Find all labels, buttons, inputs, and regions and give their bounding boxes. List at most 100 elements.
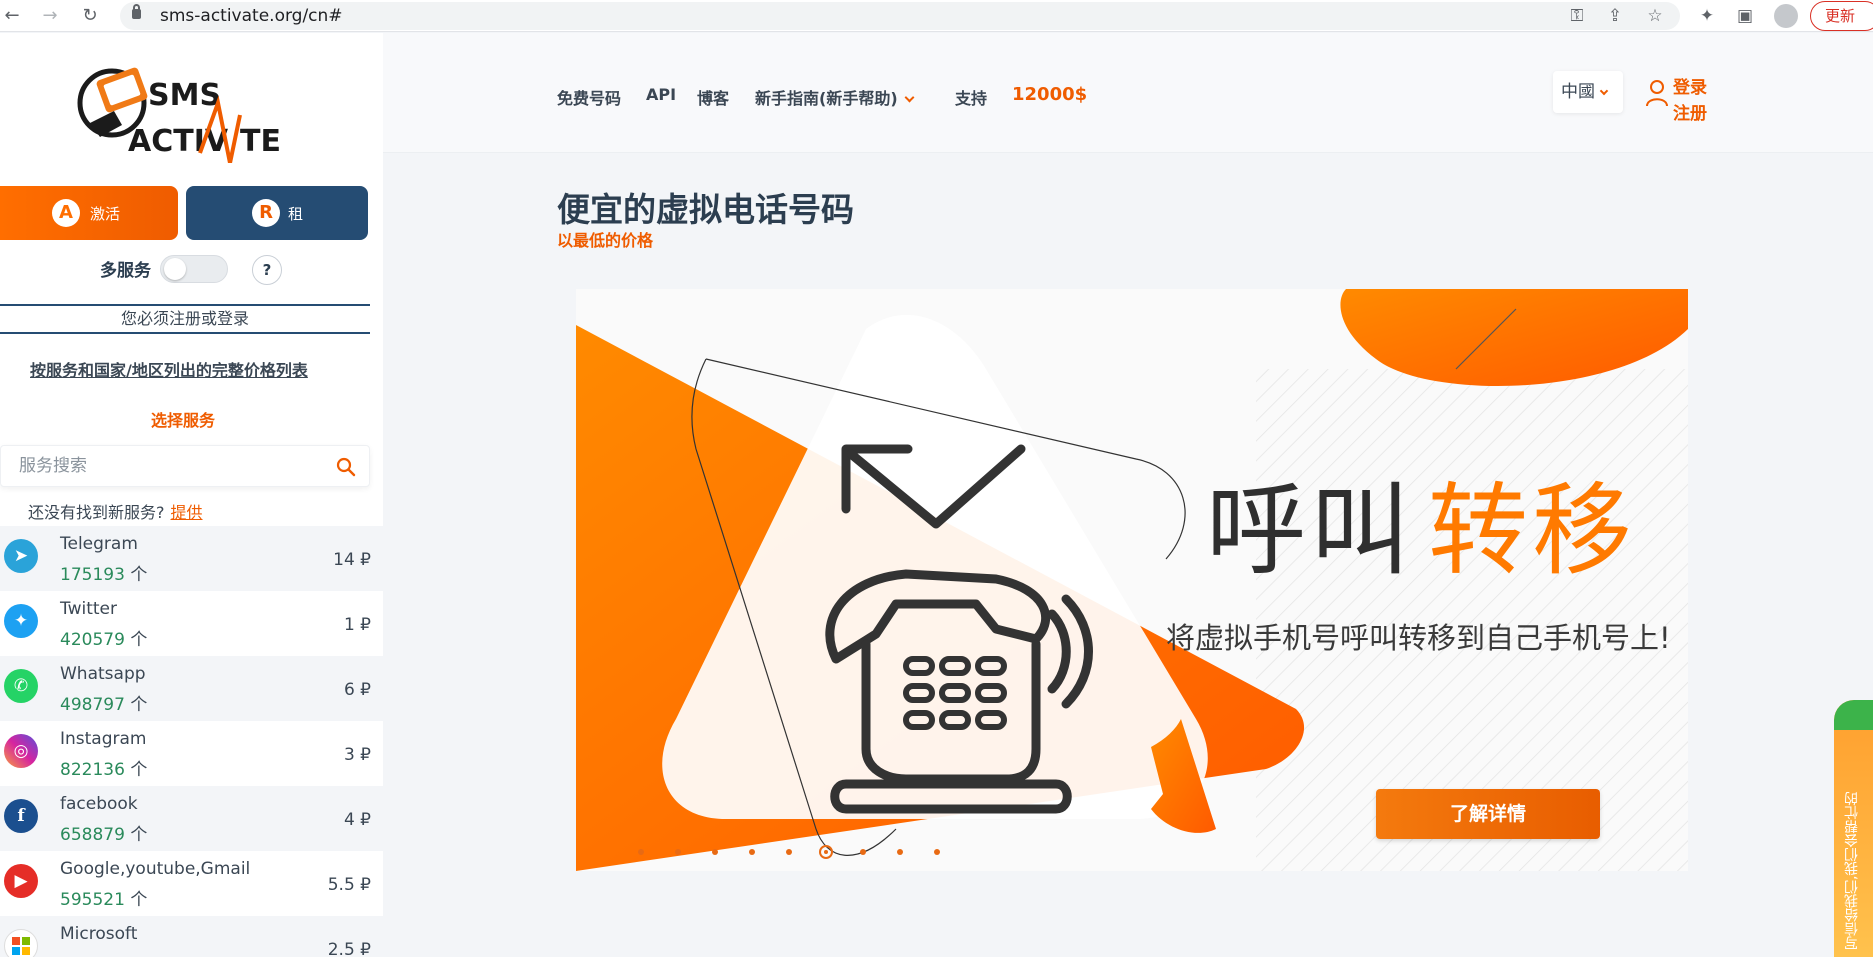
banner-title-dark: 呼叫 (1206, 472, 1414, 589)
nav-guide-label: 新手指南(新手帮助) (755, 89, 898, 108)
chevron-down-icon (1599, 86, 1609, 96)
service-name: Microsoft (60, 924, 138, 944)
rent-label: 租 (288, 205, 304, 223)
search-icon[interactable] (336, 457, 356, 477)
nav-api[interactable]: API (646, 85, 676, 104)
youtube-icon: ▶ (4, 864, 38, 898)
login-link[interactable]: 登录 (1673, 73, 1707, 98)
multi-service-toggle[interactable] (160, 255, 228, 283)
service-row-telegram[interactable]: ➤ Telegram 175193 个 14 ₽ (0, 526, 383, 591)
service-row-twitter[interactable]: ✦ Twitter 420579 个 1 ₽ (0, 591, 383, 656)
nav-blog[interactable]: 博客 (697, 85, 729, 109)
service-count: 420579 个 (60, 625, 147, 650)
count-value: 175193 (60, 565, 125, 585)
register-link[interactable]: 注册 (1673, 99, 1707, 124)
microsoft-icon (4, 929, 38, 957)
suggest-text: 还没有找到新服务? (28, 503, 165, 522)
service-price: 14 ₽ (333, 550, 371, 570)
user-icon[interactable] (1645, 79, 1669, 107)
price-list-link[interactable]: 按服务和国家/地区列出的完整价格列表 (30, 357, 308, 381)
carousel-dot[interactable] (860, 849, 866, 855)
key-icon[interactable]: ⚿ (1566, 5, 1588, 27)
banner-subtitle: 将虚拟手机号呼叫转移到自己手机号上! (1166, 621, 1671, 655)
profile-avatar-icon[interactable] (1774, 4, 1798, 28)
count-unit: 个 (130, 565, 148, 585)
side-panel-icon[interactable]: ▣ (1734, 5, 1756, 27)
back-arrow-icon[interactable]: ← (0, 4, 24, 28)
service-row-whatsapp[interactable]: ✆ Whatsapp 498797 个 6 ₽ (0, 656, 383, 721)
banner-title-orange: 转移 (1428, 472, 1636, 589)
service-count: 822136 个 (60, 755, 147, 780)
count-value: 420579 (60, 630, 125, 650)
whatsapp-icon: ✆ (4, 669, 38, 703)
activate-label: 激活 (90, 205, 121, 223)
carousel-dot[interactable] (712, 849, 718, 855)
count-value: 595521 (60, 890, 125, 910)
service-row-instagram[interactable]: ◎ Instagram 822136 个 3 ₽ (0, 721, 383, 786)
language-select[interactable]: 中國 (1553, 71, 1623, 113)
update-button[interactable]: 更新 (1810, 1, 1873, 31)
carousel-dot[interactable] (897, 849, 903, 855)
share-icon[interactable]: ⇪ (1604, 5, 1626, 27)
browser-toolbar: ← → ↻ sms-activate.org/cn# ⚿ ⇪ ☆ ✦ ▣ 更新 (0, 0, 1873, 32)
rent-button[interactable]: R 租 (186, 186, 368, 240)
sms-activate-logo[interactable]: SMS ACTIV TE (70, 63, 300, 163)
service-name: Telegram (60, 534, 138, 554)
service-name: Twitter (60, 599, 117, 619)
top-navigation: 免费号码 API 博客 新手指南(新手帮助) 支持 12000$ 中國 登录 注… (383, 33, 1873, 153)
service-count: 595521 个 (60, 885, 147, 910)
service-search-box (0, 445, 370, 487)
extensions-icon[interactable]: ✦ (1696, 5, 1718, 27)
feedback-label: 写信给我们,我们会帮忙的 (1844, 791, 1860, 950)
nav-support[interactable]: 支持 (955, 85, 987, 109)
carousel-dot[interactable] (934, 849, 940, 855)
suggest-link[interactable]: 提供 (171, 503, 203, 522)
carousel-dot[interactable] (786, 849, 792, 855)
svg-text:TE: TE (240, 124, 281, 159)
carousel-dot[interactable] (819, 845, 833, 859)
service-search-input[interactable] (19, 456, 319, 476)
svg-text:SMS: SMS (148, 78, 221, 113)
nav-guide[interactable]: 新手指南(新手帮助) (755, 85, 915, 109)
address-bar[interactable] (120, 2, 1680, 30)
star-icon[interactable]: ☆ (1644, 5, 1666, 27)
count-value: 658879 (60, 825, 125, 845)
service-row-microsoft[interactable]: Microsoft 2.5 ₽ (0, 916, 383, 957)
chevron-down-icon (904, 92, 915, 103)
promo-banner[interactable]: 呼叫 转移 将虚拟手机号呼叫转移到自己手机号上! 了解详情 (576, 289, 1688, 871)
telegram-icon: ➤ (4, 539, 38, 573)
service-price: 4 ₽ (343, 810, 371, 830)
learn-more-button[interactable]: 了解详情 (1376, 789, 1600, 839)
language-value: 中國 (1561, 82, 1595, 102)
carousel-dots (638, 845, 1018, 861)
service-row-facebook[interactable]: f facebook 658879 个 4 ₽ (0, 786, 383, 851)
choose-service-heading: 选择服务 (150, 411, 215, 430)
count-unit: 个 (130, 890, 148, 910)
nav-free-numbers[interactable]: 免费号码 (557, 85, 621, 109)
feedback-status-indicator (1834, 700, 1873, 730)
count-unit: 个 (130, 825, 148, 845)
help-icon[interactable]: ? (252, 255, 282, 285)
carousel-dot[interactable] (749, 849, 755, 855)
login-notice: 您必须注册或登录 (0, 304, 370, 334)
count-unit: 个 (130, 695, 148, 715)
main-content: 免费号码 API 博客 新手指南(新手帮助) 支持 12000$ 中國 登录 注… (383, 33, 1873, 957)
url-text[interactable]: sms-activate.org/cn# (160, 6, 343, 26)
reload-icon[interactable]: ↻ (78, 4, 102, 28)
service-row-google[interactable]: ▶ Google,youtube,Gmail 595521 个 5.5 ₽ (0, 851, 383, 916)
service-price: 2.5 ₽ (327, 940, 371, 957)
service-count: 175193 个 (60, 560, 147, 585)
page-subtitle: 以最低的价格 (557, 231, 654, 250)
activate-icon: A (52, 199, 80, 227)
nav-bonus[interactable]: 12000$ (1012, 84, 1087, 105)
feedback-widget[interactable]: 写信给我们,我们会帮忙的 (1834, 700, 1873, 957)
forward-arrow-icon[interactable]: → (38, 4, 62, 28)
carousel-dot[interactable] (675, 849, 681, 855)
carousel-dot[interactable] (638, 849, 644, 855)
service-name: Google,youtube,Gmail (60, 859, 251, 879)
activate-button[interactable]: A 激活 (0, 186, 178, 240)
instagram-icon: ◎ (4, 734, 38, 768)
twitter-icon: ✦ (4, 604, 38, 638)
service-name: Whatsapp (60, 664, 146, 684)
service-name: Instagram (60, 729, 147, 749)
